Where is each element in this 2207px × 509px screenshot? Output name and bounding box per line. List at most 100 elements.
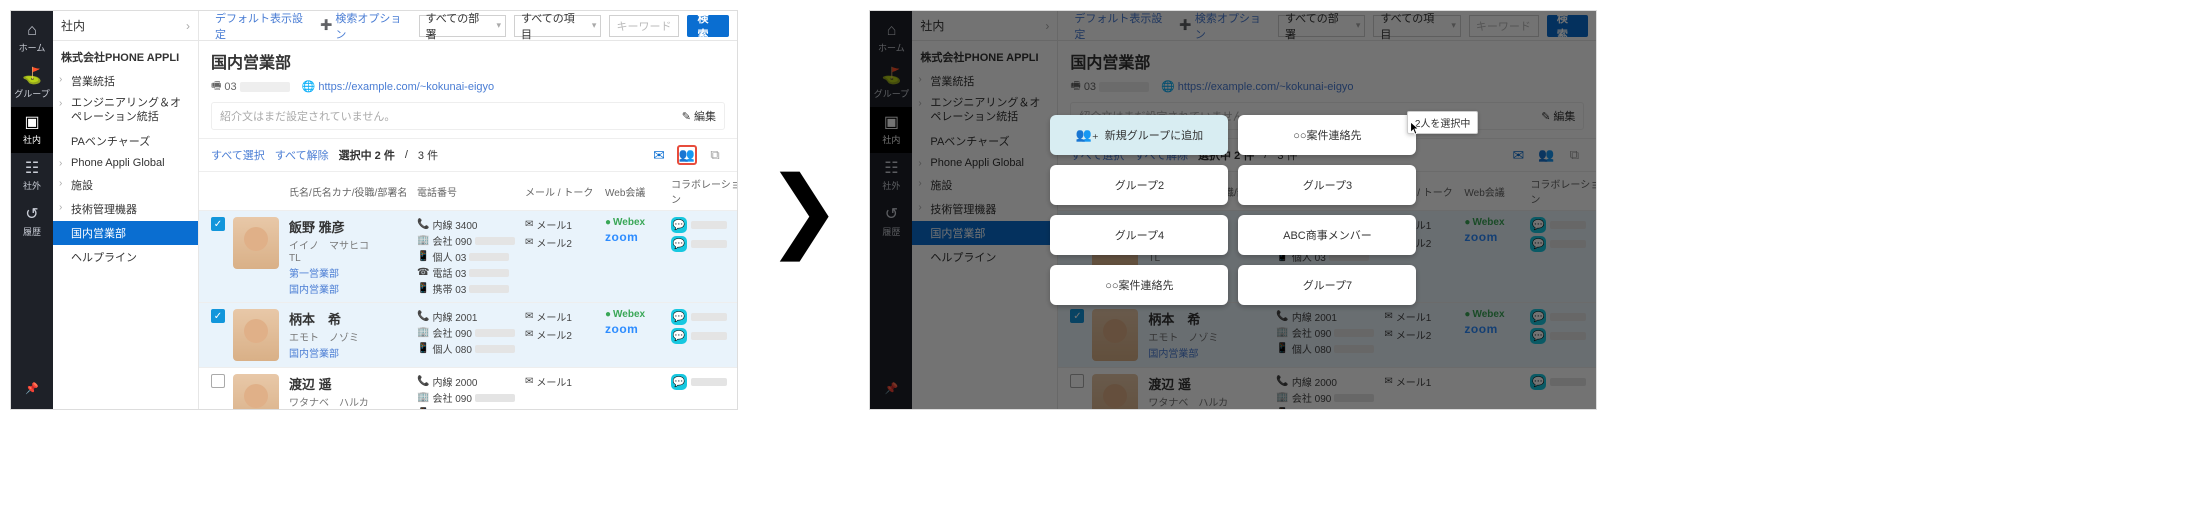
zoom-link[interactable]: zoom [605, 230, 671, 244]
dept-url[interactable]: 🌐https://example.com/~kokunai-eigyo [302, 80, 495, 93]
group-card[interactable]: グループ7 [1238, 265, 1416, 305]
table-row: 渡辺 遥ワタナベ ハルカ国内営業部📞内線 2000🏢会社 090📱個人 080📱… [199, 368, 737, 409]
rail-label: 社外 [23, 179, 41, 192]
mail-link[interactable]: ✉メール1 [525, 309, 605, 324]
sidebar-head-label: 社内 [61, 17, 85, 34]
phone-line[interactable]: 📱個人 03 [417, 249, 525, 264]
phone-line[interactable]: 🏢会社 090 [417, 325, 525, 340]
group-card[interactable]: グループ4 [1050, 215, 1228, 255]
phone-line[interactable]: 🏢会社 090 [417, 390, 525, 405]
phone-line[interactable]: 📱携帯 03 [417, 281, 525, 296]
tree-item[interactable]: ›ヘルプライン [53, 245, 198, 269]
keyword-input[interactable]: キーワード [609, 15, 679, 37]
edit-button[interactable]: ✎編集 [682, 108, 716, 124]
bulk-mail-icon[interactable]: ✉ [649, 145, 669, 165]
webex-link[interactable]: ●Webex [605, 309, 671, 320]
group-card[interactable]: グループ3 [1238, 165, 1416, 205]
rail-item-0[interactable]: ⌂ホーム [11, 15, 53, 61]
chevron-right-icon: › [59, 202, 62, 213]
phone-line[interactable]: 🏢会社 090 [417, 233, 525, 248]
phone-icon: 🏢 [417, 235, 429, 246]
group-card[interactable]: ○○案件連絡先2人を選択中 [1238, 115, 1416, 155]
col-conf: Web会議 [605, 184, 671, 199]
sidebar: 社内›株式会社PHONE APPLI›営業統括›エンジニアリング＆オペレーション… [53, 11, 199, 409]
collab-link[interactable]: 💬 [671, 309, 737, 325]
rail-item-1[interactable]: ⛳ グループ [11, 61, 53, 107]
rail-item-4[interactable]: ↺履歴 [11, 199, 53, 245]
phone-line[interactable]: 📞内線 2001 [417, 309, 525, 324]
rail-icon: ▣ [24, 115, 39, 131]
collab-link[interactable]: 💬 [671, 236, 737, 252]
field-dropdown[interactable]: すべての項目 [514, 15, 601, 37]
phone-icon: 📱 [417, 343, 429, 354]
select-all-link[interactable]: すべて選択 [211, 147, 265, 163]
pin-icon[interactable]: 📌 [11, 367, 53, 409]
group-card[interactable]: グループ2 [1050, 165, 1228, 205]
phone-line[interactable]: 📞内線 2000 [417, 374, 525, 389]
group-card[interactable]: ABC商事メンバー [1238, 215, 1416, 255]
dept-fax: 🖷03 [211, 77, 290, 96]
row-checkbox[interactable]: ✓ [211, 309, 225, 323]
deselect-all-link[interactable]: すべて解除 [275, 147, 329, 163]
person-dept-link[interactable]: 第一営業部 [289, 265, 417, 280]
avatar[interactable] [233, 309, 279, 361]
tree-item[interactable]: ›PAベンチャーズ [53, 129, 198, 153]
group-card[interactable]: 👥₊新規グループに追加 [1050, 115, 1228, 155]
tree-item[interactable]: ›国内営業部 [53, 221, 198, 245]
person-name[interactable]: 渡辺 遥 [289, 374, 417, 393]
copy-icon[interactable]: ⧉ [705, 145, 725, 165]
search-options-link[interactable]: ➕検索オプション [320, 10, 411, 42]
add-to-group-icon[interactable]: 👥 [677, 145, 697, 165]
tree-item[interactable]: › 営業統括 [53, 69, 198, 93]
tree-item[interactable]: ›エンジニアリング＆オペレーション統括 [53, 93, 198, 129]
group-card-label: ○○案件連絡先 [1105, 277, 1173, 293]
rail-label: グループ [14, 87, 49, 100]
mail-icon: ✉ [525, 376, 533, 387]
phone-line[interactable]: 📱個人 080 [417, 406, 525, 409]
avatar[interactable] [233, 374, 279, 409]
webex-link[interactable]: ●Webex [605, 217, 671, 228]
main: デフォルト表示設定➕検索オプションすべての部署すべての項目キーワード検索国内営業… [199, 11, 737, 409]
zoom-link[interactable]: zoom [605, 322, 671, 336]
person-dept-link[interactable]: 国内営業部 [289, 345, 417, 360]
modal-overlay[interactable]: 👥₊新規グループに追加○○案件連絡先2人を選択中グループ2グループ3グループ4A… [870, 11, 1596, 409]
phone-line[interactable]: 📞内線 3400 [417, 217, 525, 232]
phone-line[interactable]: ☎電話 03 [417, 265, 525, 280]
mail-link[interactable]: ✉メール1 [525, 374, 605, 389]
dept-dropdown[interactable]: すべての部署 [419, 15, 506, 37]
rail-icon: ☷ [25, 161, 39, 177]
default-display-link[interactable]: デフォルト表示設定 [215, 10, 312, 42]
chat-icon: 💬 [671, 328, 687, 344]
row-checkbox[interactable] [211, 374, 225, 388]
collab-link[interactable]: 💬 [671, 374, 737, 390]
sidebar-head[interactable]: 社内› [53, 11, 198, 41]
collab-link[interactable]: 💬 [671, 328, 737, 344]
tree-item[interactable]: ›施設 [53, 173, 198, 197]
rail-icon: ⛳ [22, 69, 42, 85]
phone-icon: 🏢 [417, 327, 429, 338]
dept-description: 紹介文はまだ設定されていません。✎編集 [211, 102, 725, 130]
collab-link[interactable]: 💬 [671, 217, 737, 233]
person-name[interactable]: 柄本 希 [289, 309, 417, 328]
rail-item-3[interactable]: ☷ 社外 [11, 153, 53, 199]
phone-icon: ☎ [417, 267, 429, 278]
tree-item-label: 営業統括 [71, 73, 115, 89]
phone-line[interactable]: 📱個人 080 [417, 341, 525, 356]
tree-item[interactable]: ›Phone Appli Global [53, 153, 198, 173]
mail-icon: ✉ [525, 219, 533, 230]
avatar[interactable] [233, 217, 279, 269]
mail-link[interactable]: ✉メール2 [525, 327, 605, 342]
mail-link[interactable]: ✉メール2 [525, 235, 605, 250]
person-dept-link[interactable]: 国内営業部 [289, 281, 417, 296]
person-name[interactable]: 飯野 雅彦 [289, 217, 417, 236]
rail-label: 社内 [23, 133, 41, 146]
plus-icon: ➕ [320, 20, 332, 31]
row-checkbox[interactable]: ✓ [211, 217, 225, 231]
search-button[interactable]: 検索 [687, 15, 729, 37]
chevron-right-icon: › [59, 74, 62, 85]
person-title: TL [289, 253, 417, 264]
group-card[interactable]: ○○案件連絡先 [1050, 265, 1228, 305]
rail-item-2[interactable]: ▣ 社内 [11, 107, 53, 153]
tree-item[interactable]: ›技術管理機器 [53, 197, 198, 221]
mail-link[interactable]: ✉メール1 [525, 217, 605, 232]
